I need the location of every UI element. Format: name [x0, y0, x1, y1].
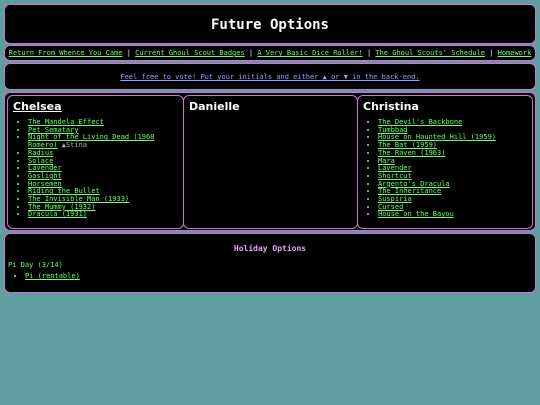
header-panel: Future Options	[4, 4, 536, 44]
vote-notice-text: Feel free to vote! Put your initials and…	[120, 73, 420, 81]
nav-link-schedule[interactable]: The Ghoul Scouts' Schedule	[375, 49, 485, 57]
list-item: Night of the Living Dead (1968 Romero) ▲…	[28, 134, 183, 149]
nav-separator: |	[126, 49, 131, 57]
page-title: Future Options	[210, 17, 329, 33]
nav-separator: |	[248, 49, 254, 57]
nav-separator: |	[366, 49, 372, 57]
column-christina: Christina The Devil's BackboneTumbbadHou…	[357, 95, 533, 229]
column-chelsea: Chelsea The Mandela EffectPet SemataryNi…	[7, 95, 184, 229]
vote-notice-panel: Feel free to vote! Put your initials and…	[4, 63, 536, 90]
movie-list: The Devil's BackboneTumbbadHouse on Haun…	[358, 118, 532, 219]
holiday-day-label: Pi Day (3/14)	[8, 261, 63, 269]
holiday-movie-link[interactable]: Pi (rentable)	[25, 272, 80, 280]
movie-list: The Mandela EffectPet SemataryNight of t…	[8, 118, 183, 219]
holiday-list: Pi (rentable)	[5, 272, 80, 280]
movie-link[interactable]: Night of the Living Dead (1968 Romero)	[28, 133, 154, 149]
movie-link[interactable]: Dracula (1931)	[28, 210, 87, 219]
nav-bar: Return From Whence You Came | Current Gh…	[4, 45, 536, 61]
holiday-panel: Holiday Options Pi Day (3/14) Pi (rentab…	[4, 233, 536, 293]
list-item: Pi (rentable)	[25, 272, 80, 280]
nav-link-homework[interactable]: Homework	[498, 49, 532, 57]
vote-tag: ▲Stina	[61, 141, 88, 150]
column-heading-christina: Christina	[363, 100, 419, 113]
list-item: The Raven (1963)	[378, 149, 532, 158]
holiday-title: Holiday Options	[233, 244, 307, 253]
column-heading-danielle: Danielle	[189, 100, 240, 113]
nav-link-badges[interactable]: Current Ghoul Scout Badges	[135, 49, 245, 57]
nav-link-dice-roller[interactable]: A Very Basic Dice Roller!	[257, 49, 362, 57]
movie-link[interactable]: House on the Bayou	[378, 210, 454, 219]
nav-link-home[interactable]: Return From Whence You Came	[9, 49, 123, 57]
list-item: Dracula (1931)	[28, 211, 183, 219]
nav-separator: |	[489, 49, 494, 57]
column-danielle: Danielle	[183, 95, 358, 229]
column-heading-chelsea: Chelsea	[13, 100, 62, 113]
list-item: House on the Bayou	[378, 211, 532, 219]
options-panel: Chelsea The Mandela EffectPet SemataryNi…	[4, 92, 536, 231]
